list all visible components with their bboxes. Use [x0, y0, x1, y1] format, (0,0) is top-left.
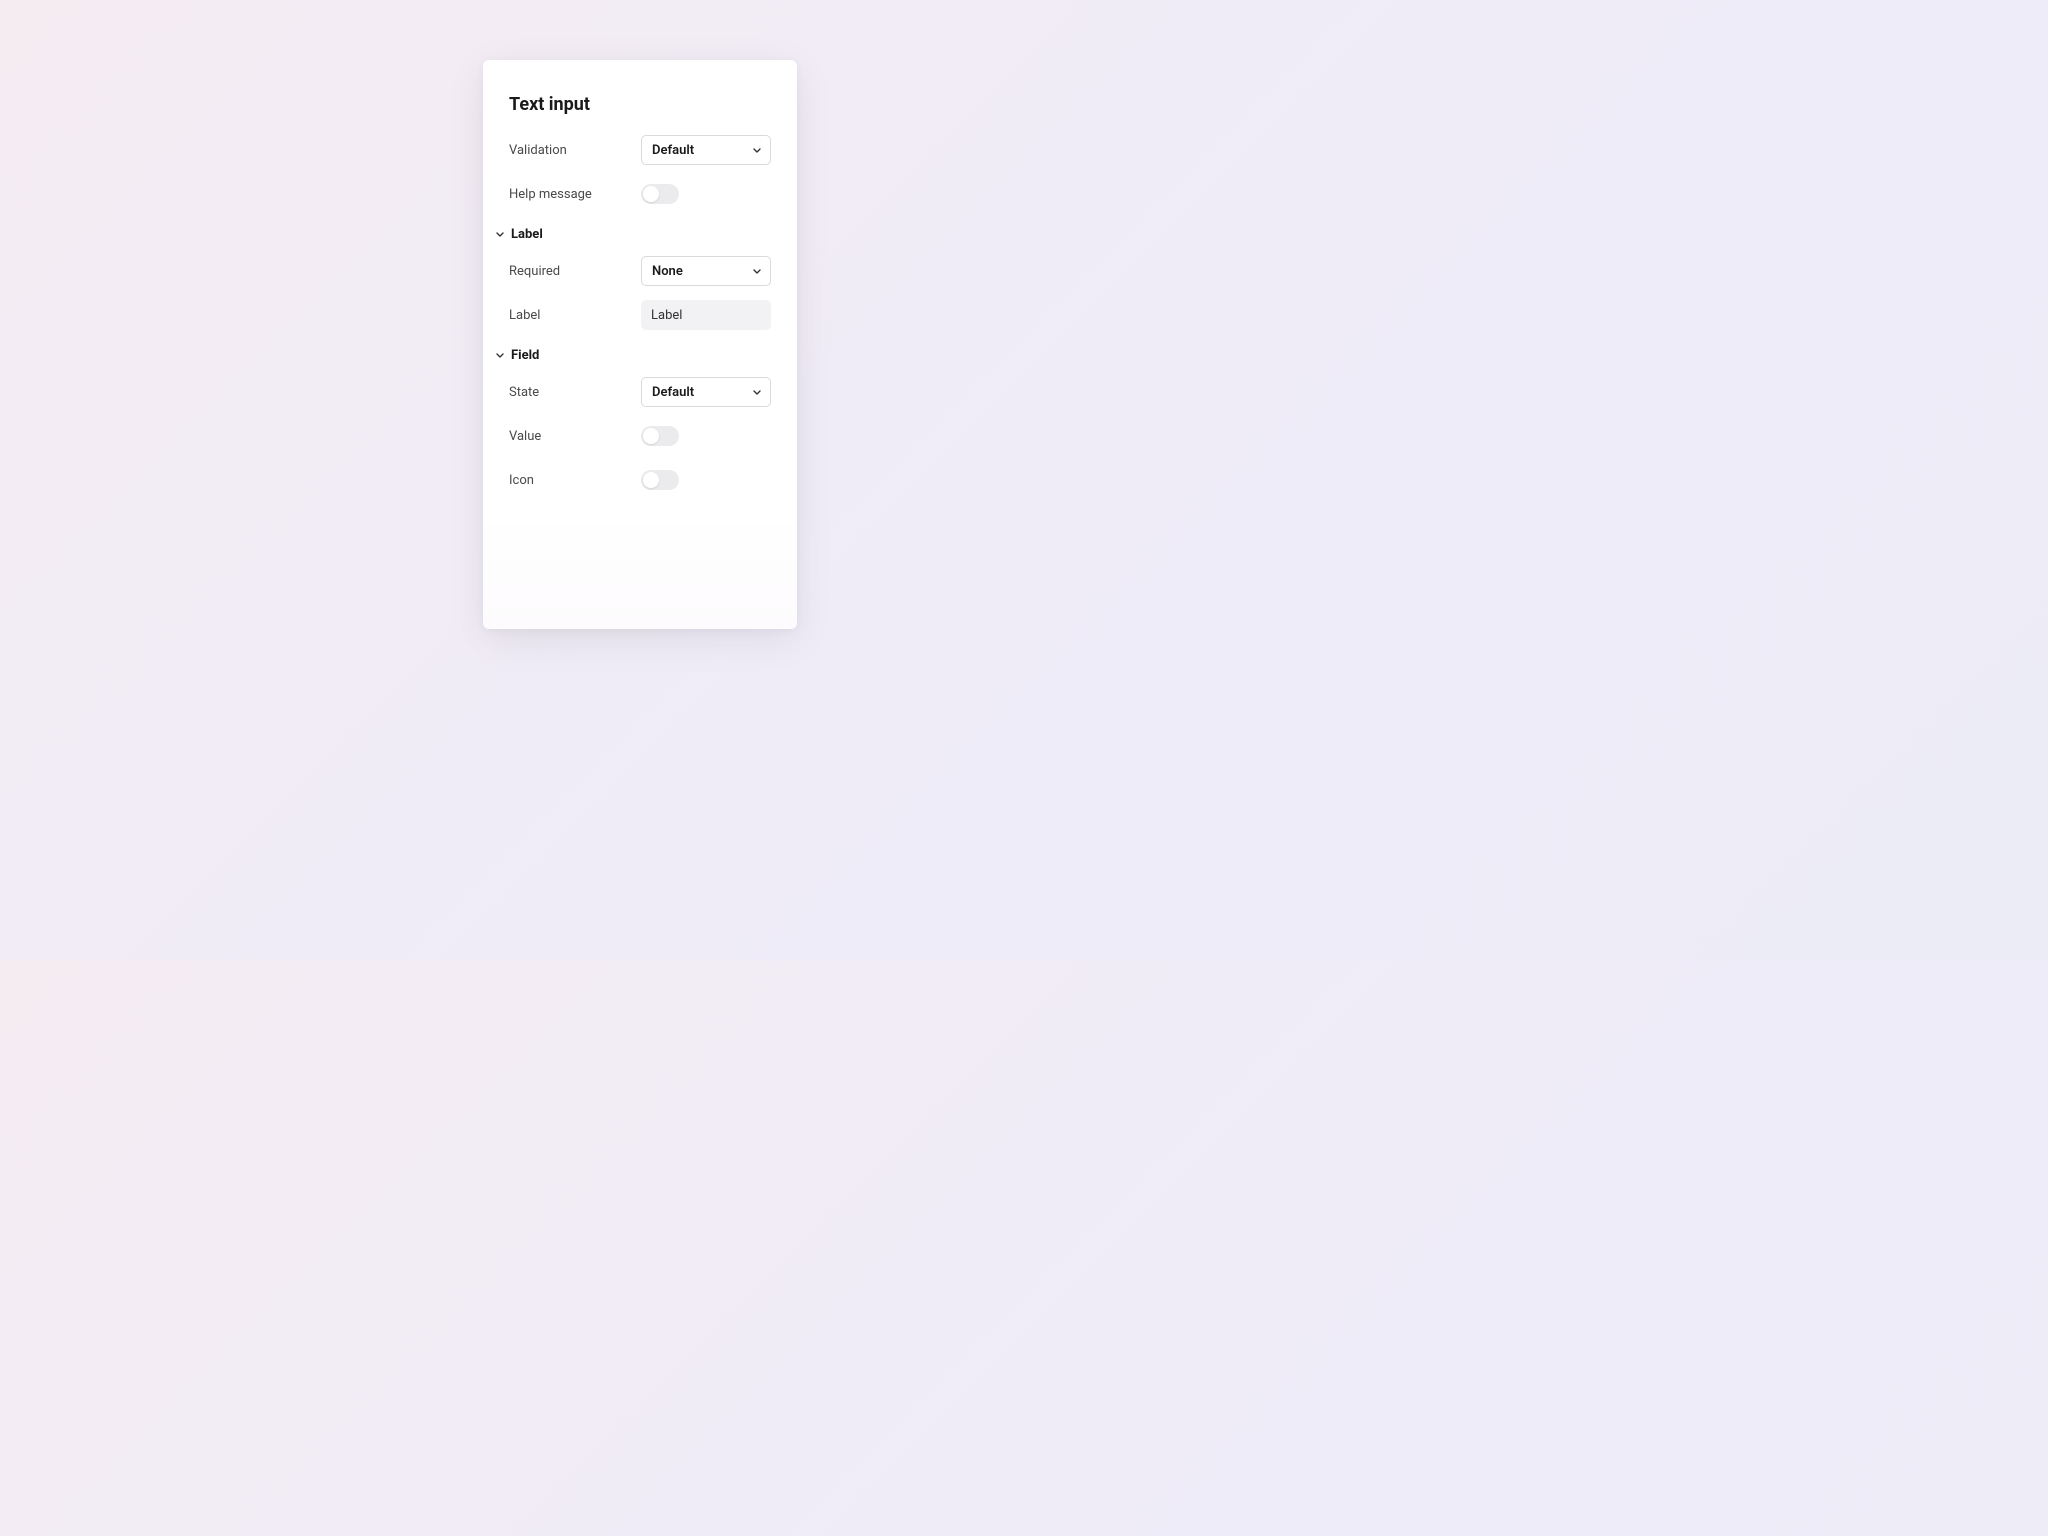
required-row: Required None	[509, 256, 771, 286]
state-row: State Default	[509, 377, 771, 407]
state-select-value: Default	[652, 385, 694, 400]
field-section-header[interactable]: Field	[495, 348, 771, 363]
label-input[interactable]	[641, 300, 771, 330]
toggle-knob	[643, 472, 659, 488]
required-select[interactable]: None	[641, 256, 771, 286]
chevron-down-icon	[752, 266, 762, 276]
help-message-toggle[interactable]	[641, 184, 679, 204]
properties-panel: Text input Validation Default Help messa…	[483, 60, 797, 629]
toggle-knob	[643, 428, 659, 444]
validation-select-value: Default	[652, 143, 694, 158]
validation-select[interactable]: Default	[641, 135, 771, 165]
required-select-value: None	[652, 264, 683, 279]
toggle-knob	[643, 186, 659, 202]
icon-toggle-wrap	[641, 470, 771, 490]
panel-title: Text input	[509, 94, 771, 115]
value-toggle[interactable]	[641, 426, 679, 446]
chevron-down-icon	[752, 387, 762, 397]
value-toggle-row: Value	[509, 421, 771, 451]
chevron-down-icon	[752, 145, 762, 155]
required-label: Required	[509, 264, 560, 279]
label-section-header[interactable]: Label	[495, 227, 771, 242]
label-section-title: Label	[511, 227, 543, 242]
value-toggle-wrap	[641, 426, 771, 446]
help-message-label: Help message	[509, 187, 592, 202]
value-toggle-label: Value	[509, 429, 541, 444]
label-input-label: Label	[509, 308, 540, 323]
help-message-toggle-wrap	[641, 184, 771, 204]
icon-toggle-row: Icon	[509, 465, 771, 495]
validation-row: Validation Default	[509, 135, 771, 165]
state-select[interactable]: Default	[641, 377, 771, 407]
state-label: State	[509, 385, 539, 400]
icon-toggle[interactable]	[641, 470, 679, 490]
chevron-down-icon	[495, 230, 505, 240]
help-message-row: Help message	[509, 179, 771, 209]
label-input-row: Label	[509, 300, 771, 330]
chevron-down-icon	[495, 351, 505, 361]
field-section-title: Field	[511, 348, 539, 363]
icon-toggle-label: Icon	[509, 473, 534, 488]
validation-label: Validation	[509, 143, 567, 158]
